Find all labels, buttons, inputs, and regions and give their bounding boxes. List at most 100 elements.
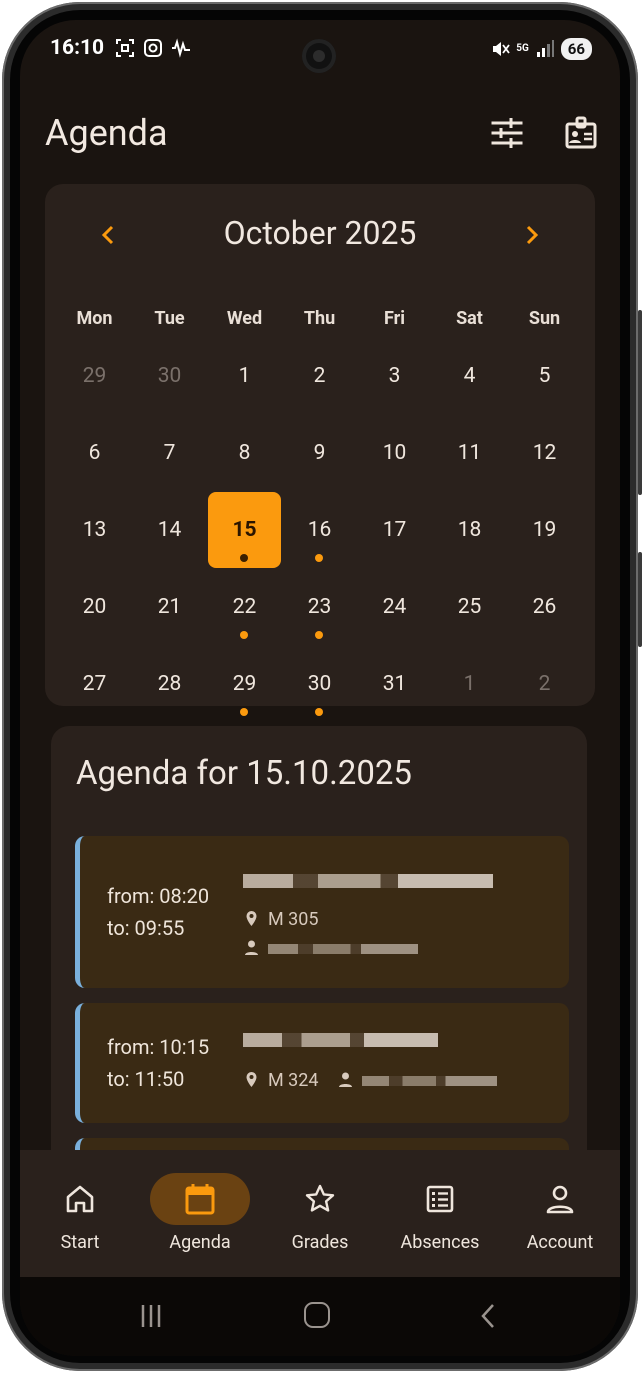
calendar-day[interactable]: 23 xyxy=(282,569,357,646)
calendar-icon xyxy=(185,1184,215,1215)
weekday-label: Wed xyxy=(226,308,263,329)
calendar-day[interactable]: 7 xyxy=(132,415,207,492)
calendar-day[interactable]: 28 xyxy=(132,646,207,723)
badge-icon[interactable] xyxy=(564,116,598,150)
home-button[interactable] xyxy=(304,1302,330,1328)
calendar-day[interactable]: 24 xyxy=(357,569,432,646)
day-number: 26 xyxy=(532,595,557,619)
calendar-day[interactable]: 17 xyxy=(357,492,432,569)
chevron-right-icon[interactable] xyxy=(517,220,547,250)
calendar-day[interactable]: 14 xyxy=(132,492,207,569)
calendar-day[interactable]: 13 xyxy=(57,492,132,569)
day-number: 19 xyxy=(532,518,557,542)
calendar-day[interactable]: 3 xyxy=(357,338,432,415)
nav-item-grades[interactable]: Grades xyxy=(260,1150,380,1277)
day-number: 6 xyxy=(88,441,101,465)
day-number: 2 xyxy=(538,672,551,696)
event-time: from: 10:15 to: 11:50 xyxy=(107,1031,209,1095)
calendar-day[interactable]: 27 xyxy=(57,646,132,723)
calendar-day[interactable]: 2 xyxy=(507,646,582,723)
nav-item-absences[interactable]: Absences xyxy=(380,1150,500,1277)
day-number: 30 xyxy=(307,672,332,696)
event-subject-redacted xyxy=(243,874,493,888)
calendar-day[interactable]: 19 xyxy=(507,492,582,569)
day-number: 22 xyxy=(232,595,257,619)
day-number: 11 xyxy=(457,441,482,465)
calendar-day[interactable]: 6 xyxy=(57,415,132,492)
person-icon xyxy=(245,940,258,955)
screenshot-icon xyxy=(116,39,134,57)
calendar-day[interactable]: 31 xyxy=(357,646,432,723)
day-number: 12 xyxy=(532,441,557,465)
location-pin-icon xyxy=(246,911,257,926)
agenda-title: Agenda for 15.10.2025 xyxy=(76,754,412,793)
calendar-day[interactable]: 2 xyxy=(282,338,357,415)
event-to: to: 09:55 xyxy=(107,916,185,940)
month-label: October 2025 xyxy=(223,214,417,252)
nav-item-start[interactable]: Start xyxy=(20,1150,140,1277)
event-dot-indicator xyxy=(315,708,323,716)
day-number: 21 xyxy=(157,595,182,619)
calendar-day[interactable]: 11 xyxy=(432,415,507,492)
calendar-day[interactable]: 16 xyxy=(282,492,357,569)
calendar-day[interactable]: 26 xyxy=(507,569,582,646)
day-number: 17 xyxy=(382,518,407,542)
front-camera xyxy=(302,39,336,73)
calendar-day[interactable]: 25 xyxy=(432,569,507,646)
network-type: 5G xyxy=(516,43,529,54)
day-number: 24 xyxy=(382,595,407,619)
event-details: M 305 xyxy=(243,872,493,959)
agenda-event[interactable]: from: 10:15 to: 11:50 M 324 xyxy=(75,1003,569,1123)
volume-button xyxy=(638,310,642,495)
day-number: 4 xyxy=(463,364,476,388)
calendar-day[interactable]: 4 xyxy=(432,338,507,415)
event-time: from: 08:20 to: 09:55 xyxy=(107,880,209,944)
nav-item-agenda[interactable]: Agenda xyxy=(140,1150,260,1277)
day-number: 8 xyxy=(238,441,251,465)
calendar-day[interactable]: 10 xyxy=(357,415,432,492)
calendar-day[interactable]: 30 xyxy=(282,646,357,723)
day-number: 14 xyxy=(157,518,182,542)
event-dot-indicator xyxy=(240,554,248,562)
weekday-label: Fri xyxy=(383,308,405,329)
nav-label: Agenda xyxy=(169,1232,231,1253)
calendar-day[interactable]: 12 xyxy=(507,415,582,492)
nav-item-account[interactable]: Account xyxy=(500,1150,620,1277)
month-header: October 2025 xyxy=(45,214,595,254)
day-number: 29 xyxy=(232,672,257,696)
calendar-day[interactable]: 30 xyxy=(132,338,207,415)
calendar-day[interactable]: 8 xyxy=(207,415,282,492)
event-teacher-redacted xyxy=(361,1076,497,1086)
nav-label: Start xyxy=(60,1232,100,1253)
tune-icon[interactable] xyxy=(490,116,524,150)
calendar-grid: 29 30 1 2 3 4 5 6 7 8 9 10 11 12 13 14 15 16 17 18 19 20 21 22 2… xyxy=(57,338,582,723)
agenda-event[interactable]: from: 08:20 to: 09:55 M 305 xyxy=(75,836,569,988)
person-icon xyxy=(546,1185,574,1214)
nav-label: Account xyxy=(526,1232,594,1253)
weekday-label: Tue xyxy=(154,308,185,329)
page-title: Agenda xyxy=(45,112,168,154)
recent-apps-icon[interactable] xyxy=(138,1303,164,1329)
calendar-day[interactable]: 9 xyxy=(282,415,357,492)
calendar-day[interactable]: 21 xyxy=(132,569,207,646)
calendar-day[interactable]: 1 xyxy=(432,646,507,723)
mute-icon xyxy=(493,42,510,56)
calendar-day[interactable]: 29 xyxy=(207,646,282,723)
event-from: from: 08:20 xyxy=(107,884,210,908)
home-icon xyxy=(66,1185,94,1213)
screen: 16:10 5G 66 Agenda October 2025 Mon Tue … xyxy=(20,20,620,1356)
calendar-day[interactable]: 20 xyxy=(57,569,132,646)
calendar-day-selected[interactable]: 15 xyxy=(207,492,282,569)
calendar-day[interactable]: 22 xyxy=(207,569,282,646)
event-to: to: 11:50 xyxy=(107,1067,185,1091)
weekday-label: Sat xyxy=(456,308,483,329)
calendar-day[interactable]: 18 xyxy=(432,492,507,569)
back-icon[interactable] xyxy=(475,1302,501,1330)
event-dot-indicator xyxy=(315,631,323,639)
calendar-day[interactable]: 29 xyxy=(57,338,132,415)
calendar-day[interactable]: 5 xyxy=(507,338,582,415)
power-button xyxy=(638,552,642,647)
calendar-day[interactable]: 1 xyxy=(207,338,282,415)
nav-label: Grades xyxy=(291,1232,349,1253)
status-time: 16:10 xyxy=(50,36,105,60)
